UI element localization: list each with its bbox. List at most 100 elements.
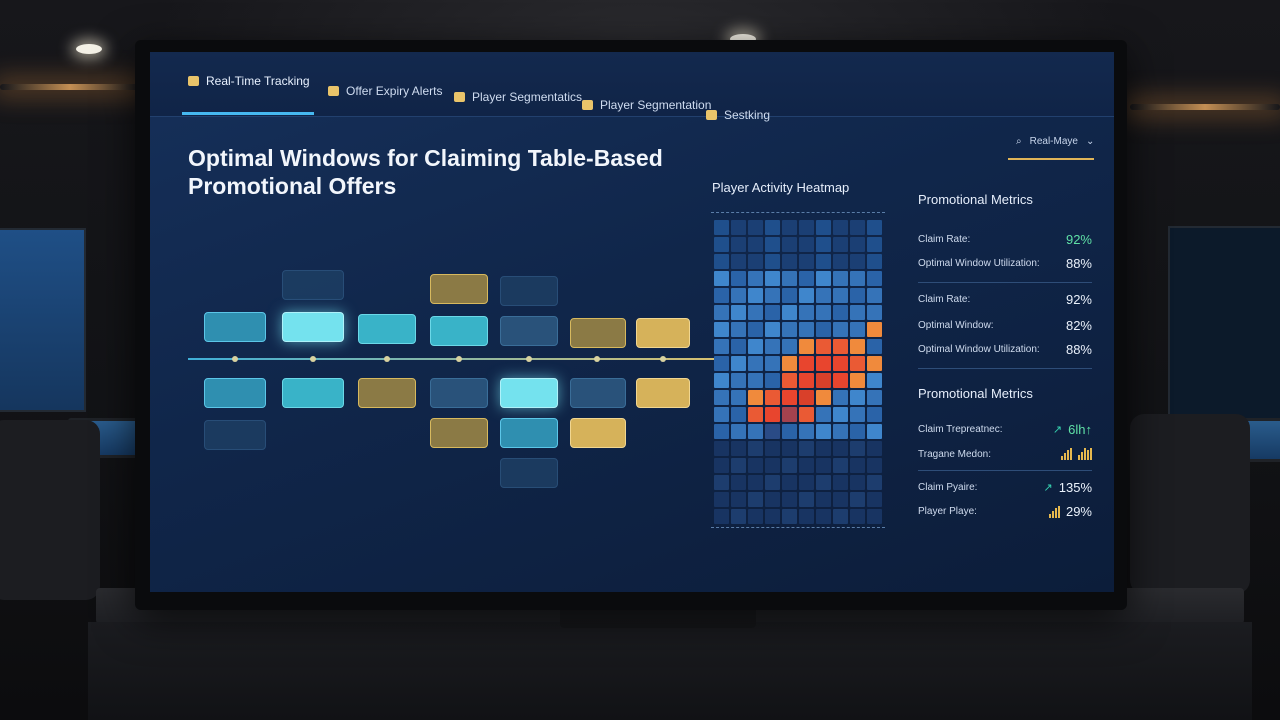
- metric-row: Claim Pyaire: ↗ 135%: [918, 480, 1092, 495]
- heatmap-cell: [765, 356, 780, 371]
- metrics-title: Promotional Metrics: [918, 192, 1033, 207]
- metric-label: Optimal Window:: [918, 320, 994, 331]
- heatmap-cell: [833, 305, 848, 320]
- window-block[interactable]: [430, 316, 488, 346]
- window-block[interactable]: [570, 378, 626, 408]
- timeline-marker[interactable]: [660, 356, 666, 362]
- heatmap-cell: [782, 305, 797, 320]
- window-block[interactable]: [282, 270, 344, 300]
- window-block[interactable]: [636, 378, 690, 408]
- heatmap-cell: [816, 475, 831, 490]
- heatmap-cell: [782, 458, 797, 473]
- window-block[interactable]: [500, 276, 558, 306]
- window-block[interactable]: [430, 274, 488, 304]
- window-block[interactable]: [282, 378, 344, 408]
- heatmap-cell: [731, 492, 746, 507]
- metric-trend: ↗ 6lh↑: [1053, 422, 1092, 437]
- heatmap-cell: [867, 373, 882, 388]
- timeline-marker[interactable]: [526, 356, 532, 362]
- heatmap-cell: [867, 288, 882, 303]
- heatmap-cell: [714, 407, 729, 422]
- heatmap-cell: [850, 322, 865, 337]
- heatmap-cell: [850, 237, 865, 252]
- window-block[interactable]: [204, 312, 266, 342]
- tab-player-segmentation[interactable]: Player Segmentation: [582, 98, 711, 112]
- heatmap-cell: [799, 356, 814, 371]
- heatmap-cell: [748, 339, 763, 354]
- heatmap-cell: [850, 475, 865, 490]
- window-block[interactable]: [358, 314, 416, 344]
- tab-sestking[interactable]: Sestking: [706, 108, 770, 122]
- window-block[interactable]: [570, 318, 626, 348]
- metric-row: Optimal Window Utilization: 88%: [918, 342, 1092, 357]
- tab-real-time-tracking[interactable]: Real-Time Tracking: [188, 74, 310, 88]
- heatmap-cell: [765, 220, 780, 235]
- tab-offer-expiry-alerts[interactable]: Offer Expiry Alerts: [328, 84, 442, 98]
- heatmap-cell: [799, 288, 814, 303]
- heatmap-cell: [748, 441, 763, 456]
- heatmap-cell: [731, 407, 746, 422]
- background-monitor: [0, 228, 86, 412]
- tab-player-segmentatics[interactable]: Player Segmentatics: [454, 90, 582, 104]
- heatmap-cell: [782, 492, 797, 507]
- timeline-marker[interactable]: [310, 356, 316, 362]
- tab-label: Player Segmentation: [600, 98, 712, 112]
- window-block[interactable]: [500, 316, 558, 346]
- heatmap-cell: [850, 271, 865, 286]
- window-block[interactable]: [358, 378, 416, 408]
- background-monitor: [1168, 226, 1280, 420]
- window-block[interactable]: [204, 420, 266, 450]
- window-block[interactable]: [430, 418, 488, 448]
- heatmap-cell: [850, 458, 865, 473]
- heatmap-cell: [782, 254, 797, 269]
- heatmap-cell: [867, 322, 882, 337]
- metric-row: Claim Trepreatnec: ↗ 6lh↑: [918, 422, 1092, 437]
- heatmap-cell: [782, 424, 797, 439]
- window-block[interactable]: [570, 418, 626, 448]
- metric-value: 135%: [1058, 480, 1092, 495]
- timeline-marker[interactable]: [384, 356, 390, 362]
- heatmap-cell: [850, 390, 865, 405]
- heatmap-cell: [714, 390, 729, 405]
- heatmap-cell: [850, 339, 865, 354]
- select-underline: [1008, 158, 1094, 160]
- heatmap-cell: [799, 441, 814, 456]
- heatmap-cell: [867, 441, 882, 456]
- heatmap-cell: [714, 305, 729, 320]
- view-select-value: Real-Maye: [1029, 136, 1078, 147]
- heatmap-cell: [765, 373, 780, 388]
- view-select[interactable]: ⌕ Real-Maye ⌄: [1016, 136, 1094, 147]
- heatmap-cell: [833, 288, 848, 303]
- heatmap-cell: [782, 322, 797, 337]
- heatmap-cell: [714, 322, 729, 337]
- heatmap-cell: [850, 254, 865, 269]
- window-block[interactable]: [430, 378, 488, 408]
- window-block[interactable]: [500, 458, 558, 488]
- heatmap-cell: [731, 220, 746, 235]
- background-chair: [0, 420, 100, 600]
- window-block[interactable]: [204, 378, 266, 408]
- heatmap-cell: [731, 305, 746, 320]
- timeline-marker[interactable]: [594, 356, 600, 362]
- window-block[interactable]: [282, 312, 344, 342]
- timeline-marker[interactable]: [232, 356, 238, 362]
- window-block[interactable]: [636, 318, 690, 348]
- bar-chart-icon: [1048, 505, 1060, 518]
- metric-value: 88%: [1065, 342, 1092, 357]
- heatmap-title: Player Activity Heatmap: [712, 180, 850, 195]
- heatmap-cell: [867, 220, 882, 235]
- heatmap-cell: [714, 356, 729, 371]
- window-block[interactable]: [500, 378, 558, 408]
- heatmap-cell: [850, 407, 865, 422]
- heatmap-cell: [799, 322, 814, 337]
- heatmap-cell: [867, 509, 882, 524]
- heatmap-cell: [714, 288, 729, 303]
- heatmap-cell: [799, 220, 814, 235]
- heatmap-cell: [765, 390, 780, 405]
- heatmap-cell: [867, 424, 882, 439]
- timeline-marker[interactable]: [456, 356, 462, 362]
- window-block[interactable]: [500, 418, 558, 448]
- heatmap-cell: [799, 305, 814, 320]
- heatmap-cell: [731, 373, 746, 388]
- chevron-down-icon: ⌄: [1085, 136, 1095, 147]
